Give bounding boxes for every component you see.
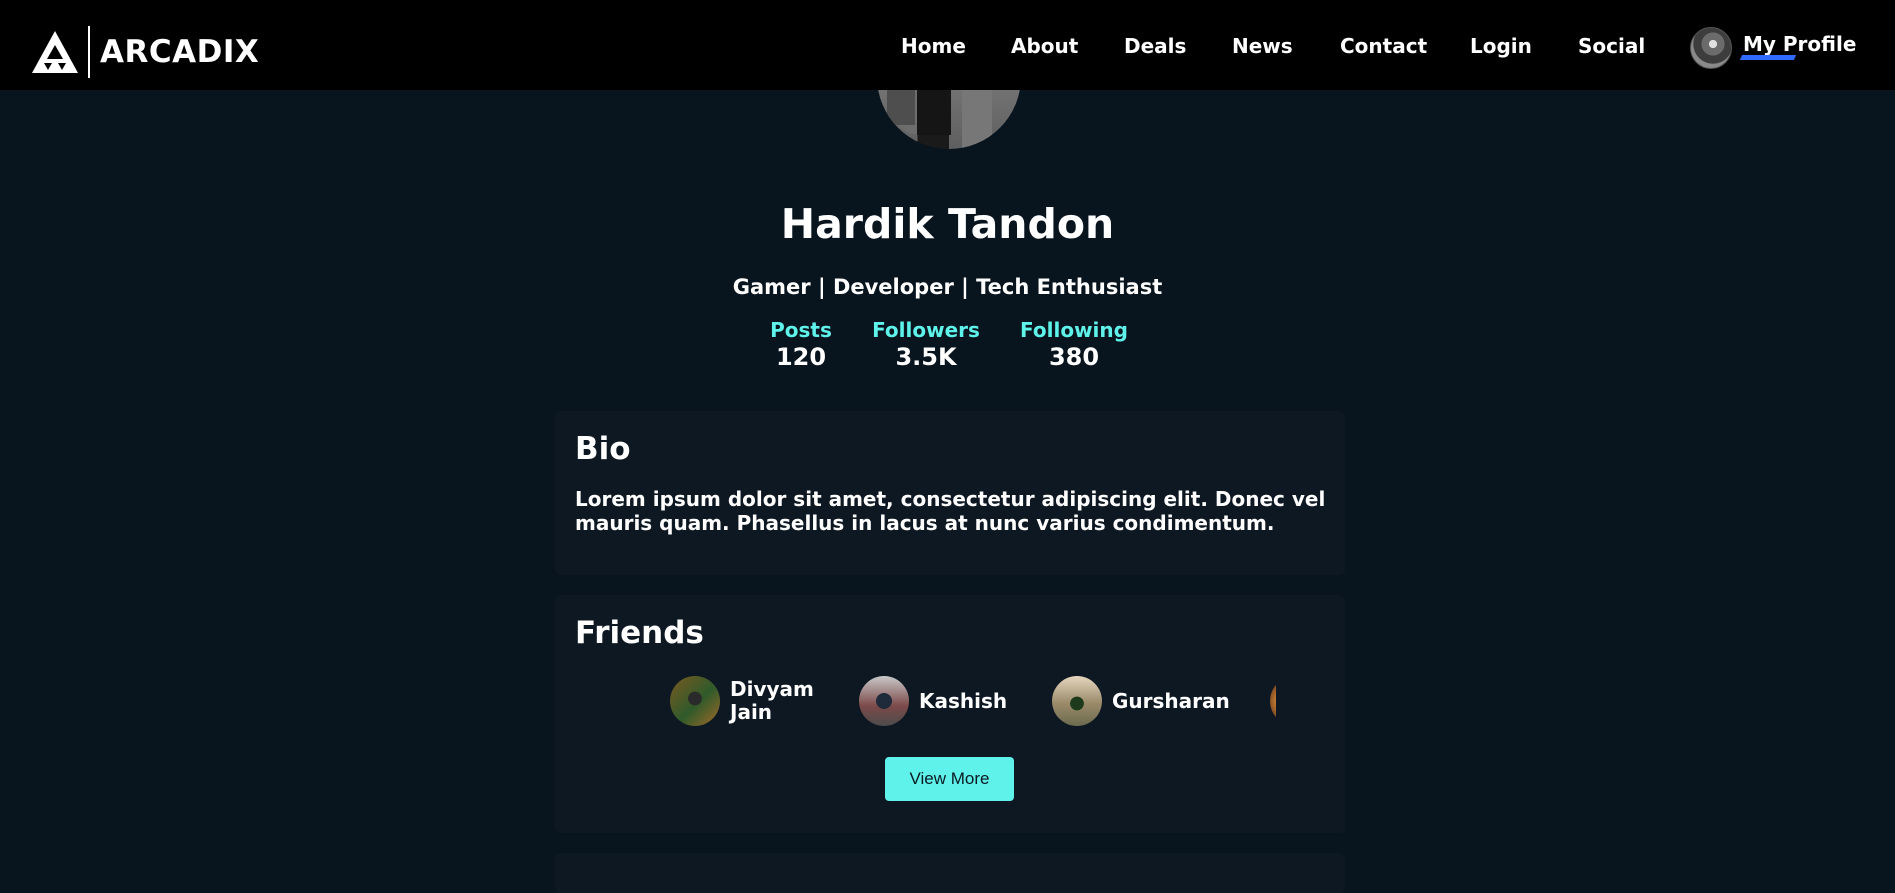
nav-link-my-profile[interactable]: My Profile: [1743, 32, 1856, 56]
active-nav-underline: [1739, 55, 1797, 60]
view-more-button[interactable]: View More: [885, 757, 1014, 801]
stat-label: Followers: [872, 318, 980, 342]
friends-title: Friends: [575, 615, 704, 651]
navbar: ARCADIX Home About Deals News Contact Lo…: [0, 0, 1895, 90]
stat-value: 3.5K: [895, 343, 957, 371]
friend-name: Kashish: [919, 688, 1008, 713]
stat-label: Posts: [770, 318, 832, 342]
stat-value: 120: [775, 343, 827, 371]
bio-card: Bio Lorem ipsum dolor sit amet, consecte…: [555, 411, 1345, 575]
logo-text: ARCADIX: [100, 34, 260, 70]
nav-link-contact[interactable]: Contact: [1340, 34, 1427, 58]
stat-following[interactable]: Following 380: [1017, 318, 1131, 372]
nav-link-about[interactable]: About: [1011, 34, 1078, 58]
nav-link-social[interactable]: Social: [1578, 34, 1645, 58]
friend-avatar-partial[interactable]: [1270, 676, 1276, 726]
stat-value: 380: [1048, 343, 1100, 371]
nav-link-home[interactable]: Home: [901, 34, 966, 58]
stat-followers[interactable]: Followers 3.5K: [870, 318, 982, 372]
friend-item[interactable]: Kashish: [859, 676, 1007, 726]
logo-divider: [88, 26, 90, 78]
stat-posts[interactable]: Posts 120: [762, 318, 840, 372]
profile-tagline: Gamer | Developer | Tech Enthusiast: [732, 275, 1163, 299]
friend-avatar: [859, 676, 909, 726]
nav-link-news[interactable]: News: [1232, 34, 1293, 58]
friend-name: Gursharan: [1112, 688, 1230, 713]
nav-link-login[interactable]: Login: [1470, 34, 1532, 58]
nav-link-deals[interactable]: Deals: [1124, 34, 1186, 58]
friend-avatar: [670, 676, 720, 726]
next-card: [555, 853, 1345, 893]
friend-item[interactable]: Divyam Jain: [670, 676, 830, 726]
nav-avatar[interactable]: [1690, 27, 1732, 69]
profile-name: Hardik Tandon: [780, 200, 1115, 248]
friend-name: Divyam Jain: [730, 677, 814, 724]
bio-title: Bio: [575, 431, 631, 467]
stat-label: Following: [1020, 318, 1128, 342]
friend-avatar: [1052, 676, 1102, 726]
logo-icon: [32, 31, 78, 73]
brand-logo[interactable]: ARCADIX: [30, 26, 259, 78]
friend-item[interactable]: Gursharan: [1052, 676, 1230, 726]
bio-text: Lorem ipsum dolor sit amet, consectetur …: [575, 487, 1326, 535]
